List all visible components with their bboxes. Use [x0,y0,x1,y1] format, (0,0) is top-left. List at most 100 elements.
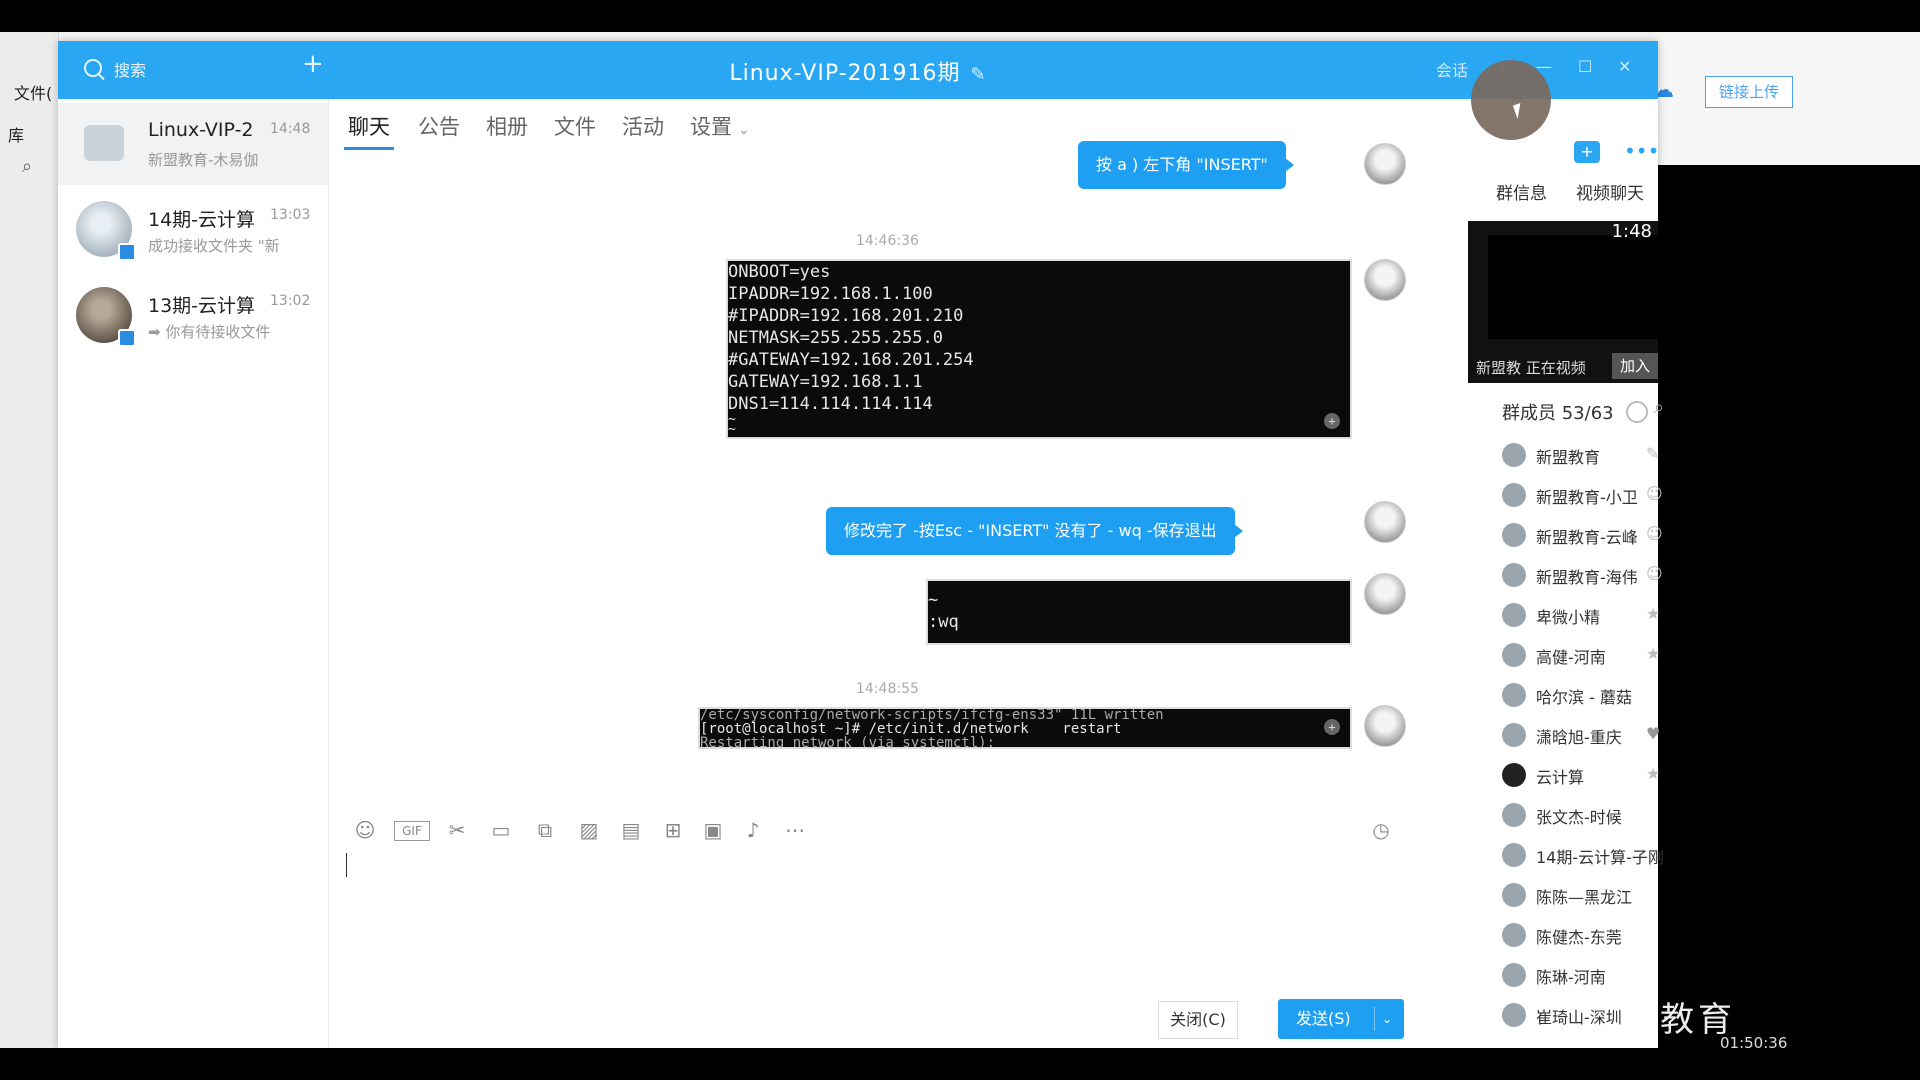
member-item[interactable]: 卑微小精 ★ [1502,599,1660,631]
conversation-item[interactable]: 13期-云计算 13:02 ➡ 你有待接收文件 [58,275,328,357]
gift-icon[interactable]: ⊞ [660,817,686,843]
sender-avatar[interactable] [1364,143,1406,185]
maximize-icon[interactable]: ☐ [1578,57,1592,76]
image-action-icon[interactable]: + [1324,719,1340,735]
tab-album[interactable]: 相册 [486,111,528,141]
member-avatar [1502,643,1526,667]
terminal-line: GATEWAY=192.168.1.1 [728,372,923,392]
member-search-icon[interactable]: ⌕ [1654,397,1664,418]
terminal-line: ~ [728,412,736,427]
close-icon[interactable]: ✕ [1618,57,1631,76]
gif-icon[interactable]: GIF [394,821,430,841]
member-name: 云计算 [1536,768,1585,787]
more-options-icon[interactable]: ••• [1624,139,1659,163]
chevron-down-icon[interactable]: ⌄ [1382,999,1392,1039]
message-bubble[interactable]: 修改完了 -按Esc - "INSERT" 没有了 - wq -保存退出 [826,507,1243,555]
member-avatar [1502,803,1526,827]
history-clock-icon[interactable]: ◷ [1368,817,1394,843]
member-item[interactable]: 哈尔滨 - 蘑菇 [1502,679,1652,711]
emoji-icon[interactable]: ☺ [352,817,378,843]
window-title: Linux-VIP-201916期 ✎ [58,55,1658,87]
admin-icon: ☺ [1646,564,1663,583]
bell-icon[interactable]: ♪ [740,817,766,843]
sender-avatar[interactable] [1364,573,1406,615]
terminal-line: IPADDR=192.168.1.100 [728,284,933,304]
image-action-icon[interactable]: + [1324,413,1340,429]
message-bubble[interactable]: 按 a ) 左下角 "INSERT" [1078,141,1294,189]
session-label[interactable]: 会话 [1436,57,1468,81]
terminal-line: NETMASK=255.255.255.0 [728,328,943,348]
conversation-item[interactable]: Linux-VIP-2 14:48 新盟教育-木易伽 [58,103,328,185]
tab-settings[interactable]: 设置 ⌄ [690,111,750,141]
member-item[interactable]: 崔琦山-深圳 [1502,999,1652,1031]
edit-icon[interactable]: ✎ [971,64,987,85]
member-item[interactable]: 张文杰-时候 [1502,799,1652,831]
background-search-icon[interactable]: ⌕ [22,156,32,177]
member-item[interactable]: 陈陈—黑龙江 [1502,879,1652,911]
tab-chat[interactable]: 聊天 [344,111,394,150]
cloud-upload-button[interactable]: 链接上传 [1705,76,1793,108]
member-item[interactable]: 陈琳-河南 [1502,959,1652,991]
terminal-screenshot[interactable]: ONBOOT=yes IPADDR=192.168.1.100 #IPADDR=… [726,259,1352,439]
conversation-item[interactable]: 14期-云计算 13:03 成功接收文件夹 "新 [58,189,328,271]
conversation-name: Linux-VIP-2 [148,119,254,141]
red-packet-icon[interactable]: ▤ [618,817,644,843]
tab-group-info[interactable]: 群信息 [1496,179,1547,204]
background-menu-file[interactable]: 文件( [14,80,52,104]
invite-icon[interactable] [1626,401,1648,423]
terminal-screenshot[interactable]: ~ :wq [926,579,1352,645]
conversation-time: 14:48 [270,121,311,137]
folder-icon[interactable]: ▭ [488,817,514,843]
member-item[interactable]: 陈健杰-东莞 [1502,919,1652,951]
video-status: 新盟教 正在视频 [1476,359,1586,377]
star-icon: ★ [1646,644,1661,663]
schedule-icon[interactable]: ▣ [700,817,726,843]
terminal-line: #GATEWAY=192.168.201.254 [728,350,974,370]
tab-files[interactable]: 文件 [554,111,596,141]
sender-avatar[interactable] [1364,259,1406,301]
send-label: 发送(S) [1296,1009,1351,1028]
conversation-time: 13:03 [270,207,311,223]
member-item[interactable]: 高健-河南 ★ [1502,639,1660,671]
terminal-screenshot[interactable]: /etc/sysconfig/network-scripts/ifcfg-ens… [698,707,1352,749]
member-avatar [1502,843,1526,867]
image-icon[interactable]: ▨ [576,817,602,843]
sender-avatar[interactable] [1364,501,1406,543]
scissors-icon[interactable]: ✂ [444,817,470,843]
member-item[interactable]: 新盟教育-小卫 ☺ [1502,479,1663,511]
close-button[interactable]: 关闭(C) [1158,1001,1238,1039]
tab-announcement[interactable]: 公告 [418,111,460,141]
member-avatar [1502,683,1526,707]
video-preview[interactable]: 1:48 新盟教 正在视频 加入 [1468,221,1658,383]
member-name: 新盟教育 [1536,448,1601,467]
member-item[interactable]: 新盟教育-海伟 ☺ [1502,559,1663,591]
background-left-char: 库 [8,126,25,145]
chevron-down-icon: ⌄ [738,122,750,138]
video-clock: 1:48 [1611,221,1652,242]
member-name: 卑微小精 [1536,608,1601,627]
mouse-cursor-highlight [1471,60,1551,140]
heart-icon: ♥ [1646,724,1661,743]
member-name: 高健-河南 [1536,648,1606,667]
join-video-button[interactable]: 加入 [1612,353,1658,379]
terminal-line: :wq [928,612,959,632]
member-item[interactable]: 14期-云计算-子刚 [1502,839,1664,871]
member-avatar [1502,883,1526,907]
conversation-preview: 成功接收文件夹 "新 [148,237,280,255]
member-item[interactable]: 新盟教育 ✎ [1502,439,1659,471]
star-icon: ★ [1646,604,1661,623]
member-item[interactable]: 新盟教育-云峰 ☺ [1502,519,1663,551]
terminal-line: Restarting network (via systemctl): [700,735,996,749]
member-item[interactable]: 云计算 ★ [1502,759,1660,791]
send-button[interactable]: 发送(S) ⌄ [1278,999,1404,1039]
tab-video-chat[interactable]: 视频聊天 [1576,179,1644,204]
chat-plus-icon[interactable]: + [1574,141,1600,163]
sender-avatar[interactable] [1364,705,1406,747]
member-name: 新盟教育-小卫 [1536,488,1638,507]
tab-activity[interactable]: 活动 [622,111,664,141]
member-item[interactable]: 潇晗旭-重庆 ♥ [1502,719,1660,751]
screen-share-icon[interactable]: ⧉ [532,817,558,843]
group-badge-icon [118,243,136,261]
more-icon[interactable]: ⋯ [782,817,808,843]
message-input[interactable] [346,853,347,877]
